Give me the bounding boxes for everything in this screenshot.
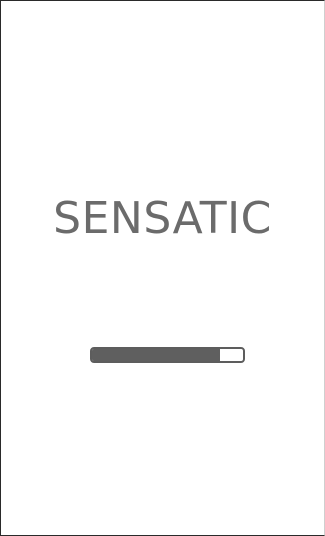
- loading-progress-fill: [92, 349, 221, 361]
- app-title: SENSATIC: [53, 193, 272, 244]
- loading-progress-bar: [90, 347, 245, 363]
- splash-screen: SENSATIC: [0, 0, 325, 536]
